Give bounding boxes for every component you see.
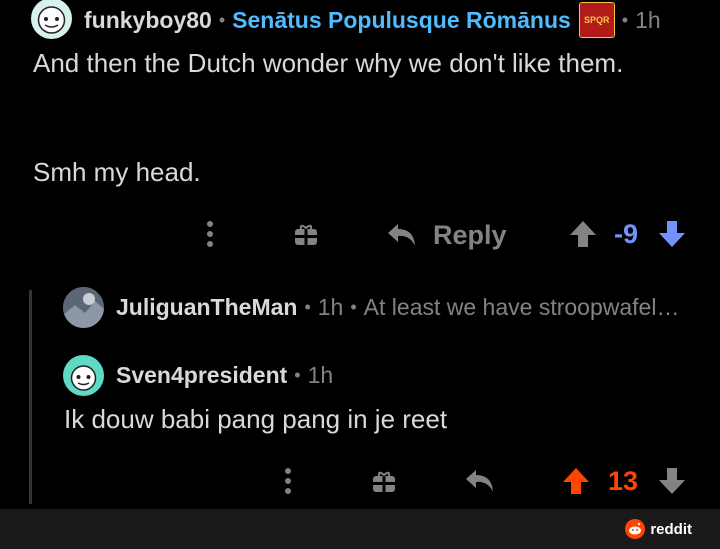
snoo-avatar-icon [37, 6, 66, 34]
reply-arrow-icon [388, 224, 415, 246]
username[interactable]: funkyboy80 [84, 7, 212, 34]
username[interactable]: Sven4president [116, 362, 287, 389]
comment-time: 1h [307, 362, 334, 388]
downvote-button[interactable] [655, 464, 689, 498]
more-options-button[interactable] [274, 465, 302, 497]
vote-score: 13 [608, 466, 639, 496]
downvote-arrow-icon [659, 221, 685, 247]
comment-meta: Sven4president • 1h [116, 362, 333, 389]
collapsed-comment-preview: At least we have stroopwafel… [363, 294, 680, 320]
upvote-button[interactable] [559, 464, 593, 498]
avatar[interactable] [31, 0, 72, 39]
more-vertical-icon [285, 468, 291, 494]
reply-button[interactable] [463, 464, 497, 498]
comment-body-line: Smh my head. [33, 157, 201, 187]
separator-dot: • [304, 297, 311, 317]
reply-label: Reply [433, 219, 507, 250]
upvote-button[interactable] [566, 217, 600, 251]
footer-bar [0, 509, 720, 549]
reddit-snoo-icon [625, 519, 646, 539]
upvote-arrow-icon [570, 221, 596, 247]
award-button[interactable] [368, 465, 400, 497]
user-photo-icon [63, 287, 104, 328]
reply-button[interactable]: Reply [386, 215, 516, 255]
downvote-arrow-icon [659, 468, 685, 494]
username[interactable]: JuliguanTheMan [116, 294, 297, 321]
thread-line[interactable] [29, 290, 32, 504]
comment-body-line: And then the Dutch wonder why we don't l… [33, 48, 624, 78]
user-flair: Senātus Populusque Rōmānus [232, 6, 571, 33]
avatar[interactable] [63, 287, 104, 328]
comment-body: Ik douw babi pang pang in je reet [64, 404, 448, 434]
reddit-logo: reddit [625, 519, 692, 539]
more-options-button[interactable] [196, 218, 224, 250]
upvote-arrow-icon [563, 468, 589, 494]
snoo-avatar-icon [70, 365, 97, 391]
comment-meta: funkyboy80 • Senātus Populusque Rōmānus … [84, 2, 661, 38]
comment-time: 1h [317, 294, 344, 320]
award-button[interactable] [290, 218, 322, 250]
downvote-button[interactable] [655, 217, 689, 251]
reply-arrow-icon [466, 470, 493, 492]
vote-score: -9 [614, 219, 639, 249]
comment-time: 1h [635, 6, 661, 33]
separator-dot: • [350, 297, 357, 317]
separator-dot: • [218, 9, 226, 30]
avatar[interactable] [63, 355, 104, 396]
gift-icon [295, 224, 317, 245]
separator-dot: • [621, 9, 629, 30]
flair-badge-icon: SPQR [578, 2, 615, 38]
gift-icon [373, 471, 395, 492]
more-vertical-icon [207, 221, 213, 247]
separator-dot: • [294, 365, 301, 385]
reddit-wordmark: reddit [650, 520, 692, 538]
collapsed-comment-meta[interactable]: JuliguanTheMan • 1h • At least we have s… [116, 294, 679, 321]
